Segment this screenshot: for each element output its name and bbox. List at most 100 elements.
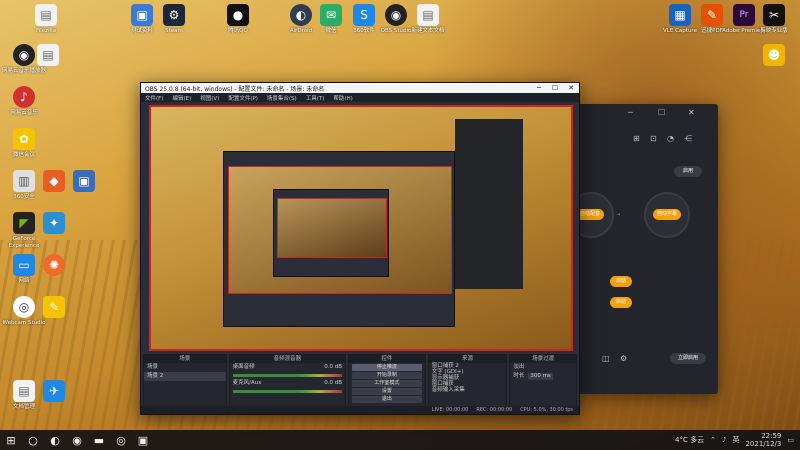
- notification-icon[interactable]: ▭: [787, 436, 794, 444]
- menu-scene-collection[interactable]: 场景集合(S): [267, 94, 297, 102]
- file-icon: ▤: [35, 4, 57, 26]
- desktop-icon-left-app6[interactable]: ✎: [32, 296, 76, 318]
- studio-mode-button[interactable]: 工作室模式: [352, 380, 422, 387]
- chrome-icon[interactable]: ◎: [110, 430, 132, 450]
- transitions-title: 场景过渡: [510, 355, 576, 363]
- preview-nested-obs-2: [273, 189, 389, 277]
- share-icon[interactable]: ⋲: [684, 134, 692, 143]
- cpu-status: CPU: 5.0%, 30.00 fps: [520, 407, 573, 413]
- scenes-dock: 场景 场景 场景 2: [143, 354, 227, 414]
- preview-nested-obs: [223, 151, 455, 327]
- minimize-icon[interactable]: ─: [628, 108, 633, 117]
- language-indicator[interactable]: 英: [732, 435, 739, 445]
- desktop-icon-filezilla[interactable]: ▤ Filezilla: [24, 4, 68, 35]
- pencil-icon: ✎: [43, 296, 65, 318]
- volume-meter[interactable]: [232, 374, 343, 377]
- auto-dubbing-button[interactable]: 自动配音: [576, 209, 604, 220]
- rec-status: REC: 00:00:00: [476, 407, 513, 413]
- start-recording-button[interactable]: 开始录制: [352, 372, 422, 379]
- menu-view[interactable]: 视图(V): [200, 94, 219, 102]
- wechat-icon: ✿: [13, 128, 35, 150]
- obs-icon[interactable]: ◉: [66, 430, 88, 450]
- game-icon: ☻: [763, 44, 785, 66]
- window-title: OBS 25.0.8 (64-bit, windows) - 配置文件: 未命名…: [145, 85, 325, 93]
- recorder-app-window[interactable]: ─ ☐ ✕ ⊞ ⊡ ◔ ⋲ 启用 自动配音 自动字幕 → 启动 启动 ⚙ ◫ 立…: [568, 104, 718, 394]
- windows-start-icon[interactable]: ⊞: [0, 430, 22, 450]
- transition-select[interactable]: 淡出: [510, 363, 576, 372]
- menu-help[interactable]: 帮助(H): [333, 94, 352, 102]
- doc-icon: ▤: [417, 4, 439, 26]
- doc-icon: ▤: [37, 44, 59, 66]
- volume-icon[interactable]: ♪: [722, 436, 726, 444]
- obs-docks: 场景 场景 场景 2 音频混音器 桌面音频 0.0 dB 麦克风/Aux 0.0…: [141, 354, 579, 414]
- obs-window[interactable]: OBS 25.0.8 (64-bit, windows) - 配置文件: 未命名…: [140, 82, 580, 415]
- close-icon[interactable]: ✕: [688, 108, 695, 117]
- app-icon: ▦: [669, 4, 691, 26]
- minimize-button[interactable]: ─: [531, 84, 547, 92]
- lock-icon[interactable]: ⊡: [650, 134, 657, 143]
- apply-button-2[interactable]: 启动: [610, 297, 632, 308]
- menu-profile[interactable]: 配置文件(P): [228, 94, 258, 102]
- bell-icon[interactable]: ◔: [667, 134, 674, 143]
- exit-button[interactable]: 退出: [352, 396, 422, 403]
- arrow-icon: →: [616, 212, 621, 218]
- scene-item[interactable]: 场景: [144, 363, 226, 372]
- scene-item[interactable]: 场景 2: [144, 372, 226, 381]
- app-icon: ✈: [43, 380, 65, 402]
- app-icon: ✦: [43, 212, 65, 234]
- duration-input[interactable]: 300 ms: [528, 373, 553, 380]
- obs-titlebar[interactable]: OBS 25.0.8 (64-bit, windows) - 配置文件: 未命名…: [141, 83, 579, 93]
- live-status: LIVE: 00:00:00: [431, 407, 469, 413]
- settings-icon[interactable]: ⚙: [620, 354, 627, 363]
- desktop-icon-netease[interactable]: ♪ 网易云音乐: [2, 86, 46, 117]
- obs-preview[interactable]: [149, 105, 573, 351]
- edge-icon[interactable]: ◐: [44, 430, 66, 450]
- camera-icon[interactable]: ◫: [602, 354, 610, 363]
- obs-statusbar: LIVE: 00:00:00 REC: 00:00:00 CPU: 5.0%, …: [141, 406, 579, 414]
- transitions-dock: 场景过渡 淡出 时长 300 ms: [509, 354, 577, 414]
- desktop-icon-meeting[interactable]: ✿ 微信会议: [2, 128, 46, 159]
- desktop-icon-left-doc[interactable]: ▤: [26, 44, 70, 66]
- sources-dock: 来源 窗口捕获 2 文字 (GDI+) 显示器捕获 窗口捕获 音频输入采集: [427, 354, 508, 414]
- desktop-icon-game[interactable]: ☻: [752, 44, 796, 66]
- source-item[interactable]: 音频输入采集: [429, 387, 507, 393]
- mixer-dock: 音频混音器 桌面音频 0.0 dB 麦克风/Aux 0.0 dB: [228, 354, 347, 414]
- desktop-icon-qq[interactable]: ● 腾讯QQ: [216, 4, 260, 35]
- auto-subtitle-button[interactable]: 自动字幕: [653, 209, 681, 220]
- menu-file[interactable]: 文件(F): [145, 94, 163, 102]
- stop-streaming-button[interactable]: 停止推流: [352, 364, 422, 371]
- controls-title: 控件: [349, 355, 425, 363]
- menu-edit[interactable]: 编辑(E): [172, 94, 191, 102]
- desktop-icon-left-app4[interactable]: ✦: [32, 212, 76, 234]
- controls-dock: 控件 停止推流 开始录制 工作室模式 设置 退出: [348, 354, 426, 414]
- obs-icon: ◉: [385, 4, 407, 26]
- desktop-icon-doc[interactable]: ▤ 新建文本文档: [406, 4, 450, 35]
- desktop-icon-left-app5[interactable]: ✺: [32, 254, 76, 276]
- qq-icon: ●: [227, 4, 249, 26]
- maximize-button[interactable]: ☐: [547, 84, 563, 92]
- apply-button-1[interactable]: 启动: [610, 276, 632, 287]
- enable-now-button[interactable]: 立即启用: [670, 353, 706, 364]
- settings-button[interactable]: 设置: [352, 388, 422, 395]
- volume-meter[interactable]: [232, 390, 343, 393]
- desktop-icon-left-app7[interactable]: ✈: [32, 380, 76, 402]
- folder-icon[interactable]: ▬: [88, 430, 110, 450]
- weather[interactable]: 4°C 多云: [675, 435, 704, 445]
- desktop-icon-steam[interactable]: ⚙ Steam: [152, 4, 196, 35]
- open-button[interactable]: 启用: [674, 166, 702, 177]
- capcut-icon: ✂: [763, 4, 785, 26]
- desktop-icon-capcut[interactable]: ✂ 剪映专业版: [752, 4, 796, 35]
- sources-title: 来源: [428, 355, 507, 363]
- maximize-icon[interactable]: ☐: [658, 108, 665, 117]
- mixer-track: 桌面音频 0.0 dB: [232, 364, 343, 370]
- close-button[interactable]: ✕: [563, 84, 579, 92]
- app-icon[interactable]: ▣: [132, 430, 154, 450]
- office-icon: ✎: [701, 4, 723, 26]
- gift-icon[interactable]: ⊞: [633, 134, 640, 143]
- duration-row: 时长 300 ms: [513, 373, 553, 380]
- search-icon[interactable]: ○: [22, 430, 44, 450]
- desktop-icon-left-app3[interactable]: ▣: [62, 170, 106, 192]
- chevron-up-icon[interactable]: ⌃: [710, 436, 716, 444]
- menu-tools[interactable]: 工具(T): [306, 94, 325, 102]
- clock[interactable]: 22:59 2021/12/3: [745, 432, 781, 448]
